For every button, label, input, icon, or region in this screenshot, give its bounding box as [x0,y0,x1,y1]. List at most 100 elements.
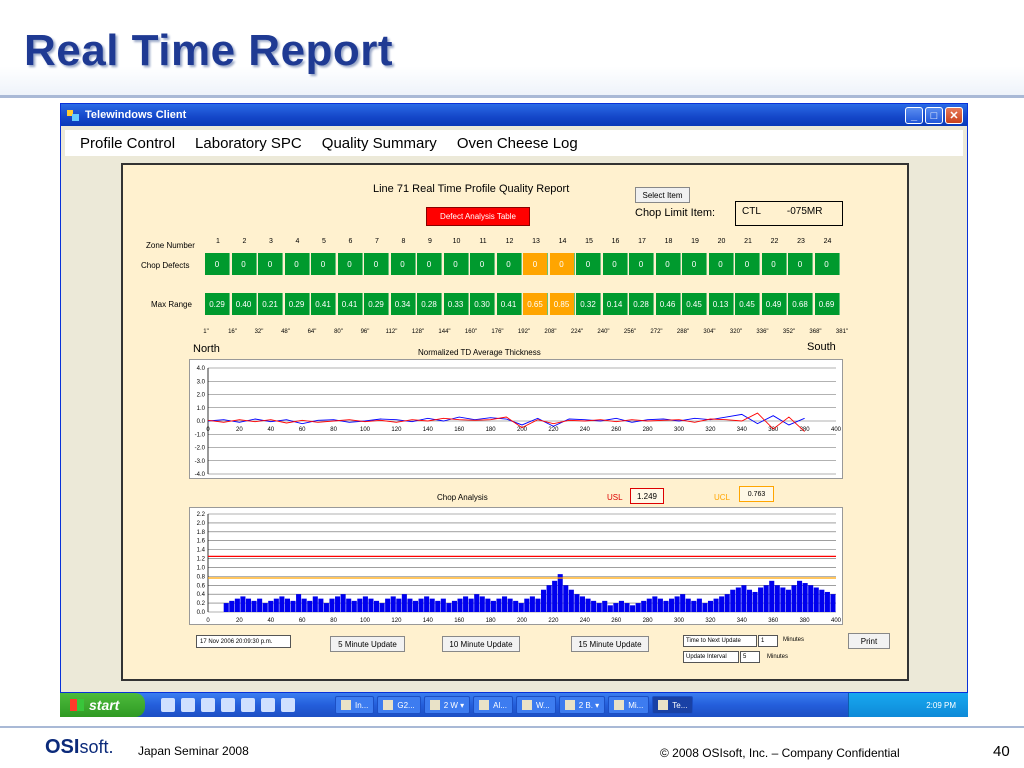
quick-launch-icon[interactable] [261,698,275,712]
15-minute-update-button[interactable]: 15 Minute Update [571,636,649,652]
max-range-cell[interactable]: 0.68 [788,293,813,315]
quick-launch-icon[interactable] [281,698,295,712]
chop-bar [429,598,435,612]
max-range-cell[interactable]: 0.29 [284,293,310,315]
quick-launch-icon[interactable] [201,698,215,712]
quick-launch-icon[interactable] [181,698,195,712]
print-button[interactable]: Print [848,633,890,649]
quick-launch-icon[interactable] [161,698,175,712]
max-range-cell[interactable]: 0.28 [417,293,442,315]
taskbar-item[interactable]: W... [515,696,556,714]
chop-bar [507,598,513,612]
y-tick-label: 0.0 [197,610,206,616]
select-item-button[interactable]: Select Item [635,187,690,203]
zone-number: 20 [717,238,726,245]
taskbar-item[interactable]: Al... [473,696,513,714]
max-range-cell[interactable]: 0.85 [549,293,575,315]
task-icon [614,700,625,710]
chop-defect-cell[interactable]: 0 [337,253,363,275]
max-range-cell[interactable]: 0.29 [205,293,230,315]
chop-defect-cell[interactable]: 0 [682,253,707,275]
time-next-update-label: Time to Next Update [683,635,757,647]
chop-defect-cell[interactable]: 0 [284,253,310,275]
5-minute-update-button[interactable]: 5 Minute Update [330,636,405,652]
max-range-cell[interactable]: 0.45 [735,293,760,315]
chop-bar [435,600,441,612]
chop-defect-cell[interactable]: 0 [390,253,416,275]
chop-bar [396,598,402,612]
minimize-button[interactable]: _ [905,107,923,124]
chop-defect-cell[interactable]: 0 [735,253,760,275]
y-tick-label: 1.2 [197,557,206,563]
chop-bar [752,591,758,612]
chop-defect-cell[interactable]: 0 [788,253,813,275]
task-icon [564,700,575,710]
x-tick-label: 60 [299,618,306,624]
taskbar-item[interactable]: Mi... [608,696,650,714]
start-button[interactable]: start [60,693,145,717]
max-range-cell[interactable]: 0.34 [390,293,416,315]
max-range-cell[interactable]: 0.45 [682,293,707,315]
chop-defect-cell[interactable]: 0 [443,253,469,275]
chop-defect-cell[interactable]: 0 [523,253,548,275]
chop-bar [335,596,341,612]
10-minute-update-button[interactable]: 10 Minute Update [442,636,520,652]
taskbar-item[interactable]: 2 B. ▾ [558,696,606,714]
max-range-cell[interactable]: 0.30 [470,293,495,315]
window-titlebar[interactable]: Telewindows Client _ □ ✕ [61,104,967,126]
chop-defect-cell[interactable]: 0 [258,253,283,275]
chop-defect-cell[interactable]: 0 [549,253,575,275]
max-range-cell[interactable]: 0.33 [443,293,469,315]
chop-defect-cell[interactable]: 0 [576,253,601,275]
chop-defect-cell[interactable]: 0 [231,253,257,275]
chop-bar [797,580,803,612]
max-range-cell[interactable]: 0.40 [231,293,257,315]
chop-bar [630,605,636,612]
chop-defect-cell[interactable]: 0 [417,253,442,275]
max-range-cell[interactable]: 0.69 [814,293,840,315]
defect-analysis-button[interactable]: Defect Analysis Table [426,207,530,226]
chop-bar [591,600,597,612]
chop-defect-cell[interactable]: 0 [602,253,628,275]
max-range-cell[interactable]: 0.41 [337,293,363,315]
menu-quality-summary[interactable]: Quality Summary [322,135,437,152]
max-range-cell[interactable]: 0.41 [311,293,336,315]
maximize-button[interactable]: □ [925,107,943,124]
chop-bar [719,596,725,612]
max-range-cell[interactable]: 0.13 [708,293,734,315]
chop-defect-cell[interactable]: 0 [311,253,336,275]
max-range-cell[interactable]: 0.49 [761,293,787,315]
taskbar-item[interactable]: In... [335,696,375,714]
max-range-cell[interactable]: 0.21 [258,293,283,315]
chop-defect-cell[interactable]: 0 [470,253,495,275]
chop-limit-field[interactable]: CTL -075MR [735,201,843,226]
max-range-cell[interactable]: 0.28 [629,293,654,315]
chop-defect-cell[interactable]: 0 [205,253,230,275]
quick-launch-icon[interactable] [241,698,255,712]
chop-defect-cell[interactable]: 0 [364,253,389,275]
close-button[interactable]: ✕ [945,107,963,124]
taskbar-item[interactable]: G2... [377,696,421,714]
y-tick-label: 1.0 [197,406,206,412]
chop-defect-cell[interactable]: 0 [761,253,787,275]
quick-launch-icon[interactable] [221,698,235,712]
max-range-cell[interactable]: 0.46 [655,293,681,315]
max-range-cell[interactable]: 0.29 [364,293,389,315]
max-range-cell[interactable]: 0.65 [523,293,548,315]
chop-defect-cell[interactable]: 0 [629,253,654,275]
chop-defect-cell[interactable]: 0 [814,253,840,275]
max-range-cell[interactable]: 0.14 [602,293,628,315]
max-range-cell[interactable]: 0.41 [496,293,522,315]
chop-defect-cell[interactable]: 0 [708,253,734,275]
y-tick-label: 0.6 [197,583,206,589]
taskbar-item[interactable]: 2 W ▾ [423,696,471,714]
chop-defect-cell[interactable]: 0 [496,253,522,275]
max-range-cell[interactable]: 0.32 [576,293,601,315]
update-interval-value[interactable]: 5 [740,651,760,663]
menu-oven-cheese-log[interactable]: Oven Cheese Log [457,135,578,152]
chop-defect-cell[interactable]: 0 [655,253,681,275]
menu-profile-control[interactable]: Profile Control [80,135,175,152]
menu-laboratory-spc[interactable]: Laboratory SPC [195,135,302,152]
chop-bar [290,600,296,612]
taskbar-item-active[interactable]: Te... [652,696,694,714]
